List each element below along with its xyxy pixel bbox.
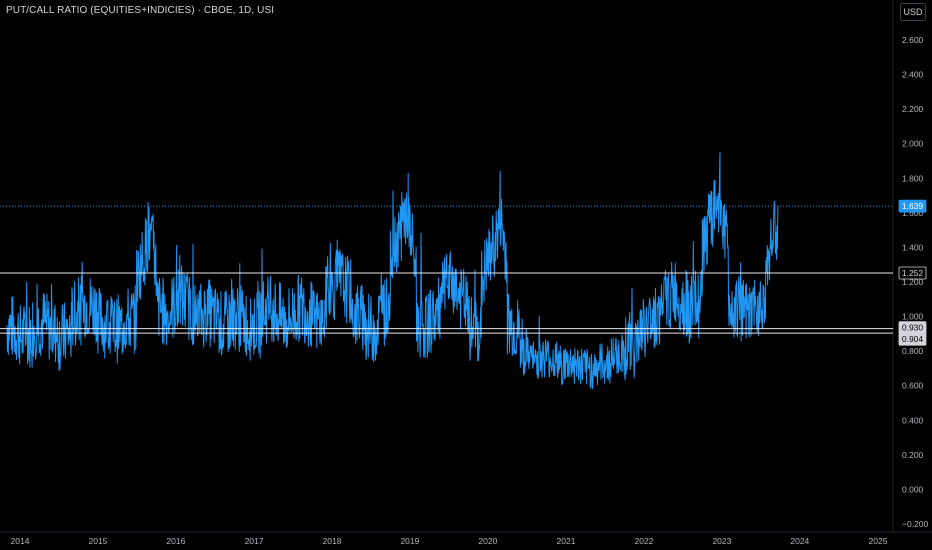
level-price-tag: 1.252	[898, 266, 927, 280]
y-tick-label: 0.200	[902, 450, 924, 460]
y-tick-label: 0.000	[902, 484, 924, 494]
price-tag-label: 1.252	[902, 268, 924, 278]
price-tag-label: 0.930	[902, 323, 924, 333]
x-tick-label: 2023	[712, 536, 731, 546]
x-tick-label: 2025	[869, 536, 888, 546]
level-price-tag: 0.904	[898, 332, 927, 346]
x-tick-label: 2016	[166, 536, 185, 546]
price-tag-label: 1.639	[902, 201, 924, 211]
x-tick-label: 2015	[88, 536, 107, 546]
y-tick-label: 2.600	[902, 35, 924, 45]
y-tick-label: 2.400	[902, 70, 924, 80]
x-tick-label: 2014	[11, 536, 30, 546]
x-tick-label: 2020	[478, 536, 497, 546]
x-tick-label: 2018	[323, 536, 342, 546]
price-tag-label: 0.904	[902, 334, 924, 344]
y-tick-label: 2.200	[902, 104, 924, 114]
x-tick-label: 2019	[400, 536, 419, 546]
chart-canvas[interactable]: 2.6002.4002.2002.0001.8001.6001.4001.200…	[0, 0, 932, 550]
x-tick-label: 2024	[790, 536, 809, 546]
y-tick-label: 1.400	[902, 242, 924, 252]
x-tick-label: 2022	[635, 536, 654, 546]
x-tick-label: 2021	[557, 536, 576, 546]
last-price-tag: 1.639	[898, 199, 927, 213]
y-tick-label: 0.400	[902, 415, 924, 425]
y-tick-label: 1.800	[902, 173, 924, 183]
x-tick-label: 2017	[245, 536, 264, 546]
level-price-tag: 0.930	[898, 321, 927, 335]
y-tick-label: 1.000	[902, 312, 924, 322]
y-tick-label: 2.000	[902, 139, 924, 149]
y-tick-label: 0.600	[902, 381, 924, 391]
series-line	[6, 151, 779, 390]
y-tick-label: 0.800	[902, 346, 924, 356]
y-tick-label: −0.200	[902, 519, 929, 529]
